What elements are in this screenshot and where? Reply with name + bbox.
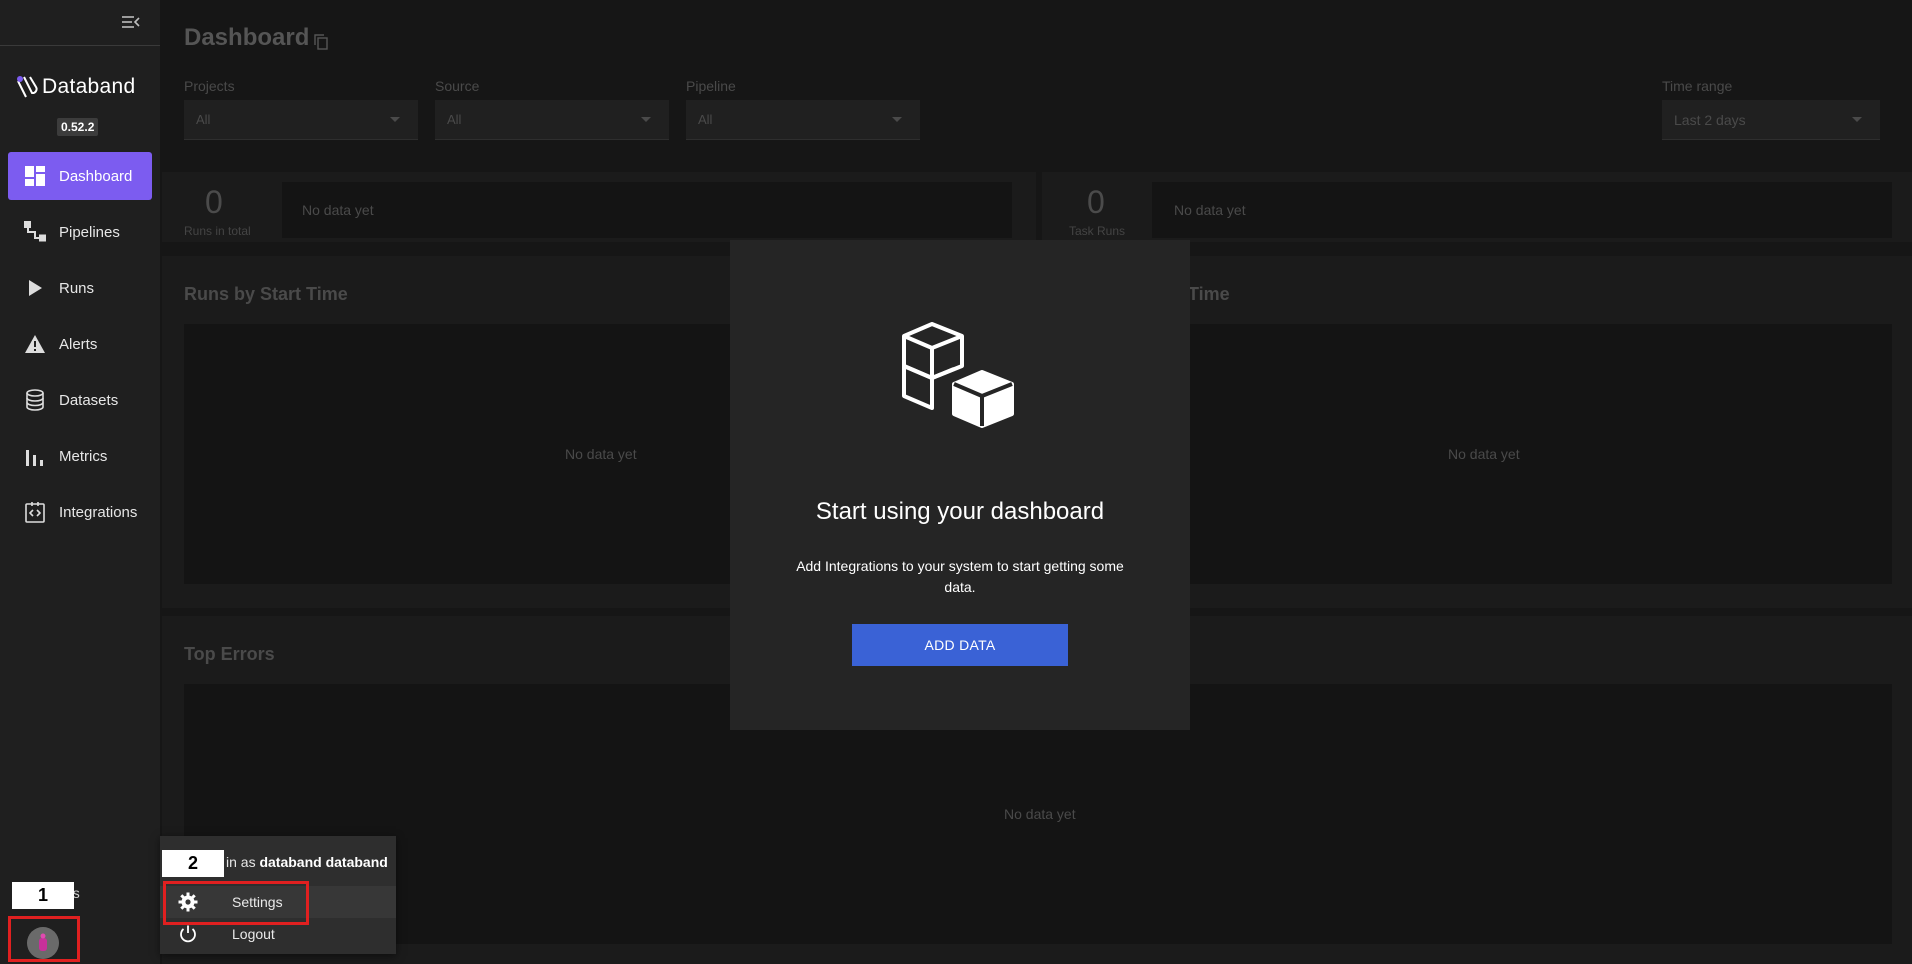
annotation-label-1: 1 [12,882,74,909]
task-runs-chart: No data yet [1152,182,1892,238]
section-title: Runs by Start Time [184,284,348,304]
sidebar-divider [0,45,160,46]
sidebar-item-label: Runs [59,279,95,297]
cubes-icon [900,322,1020,447]
logged-in-text: in as databand databand [226,854,388,870]
sidebar-item-alerts[interactable]: Alerts [8,320,152,368]
chevron-down-icon [892,117,902,122]
play-icon [23,276,47,300]
sidebar-item-datasets[interactable]: Datasets [8,376,152,424]
sidebar-item-dashboard[interactable]: Dashboard [8,152,152,200]
sidebar-item-label: Integrations [59,503,138,521]
avatar-highlight [8,916,80,962]
warning-icon [23,332,47,356]
section-title: Time [1188,284,1230,304]
filter-label-pipeline: Pipeline [686,78,736,94]
settings-highlight [163,881,309,925]
collapse-sidebar-icon[interactable] [120,12,142,32]
filter-label-source: Source [435,78,480,94]
pipeline-select[interactable]: All [686,100,920,140]
database-icon [23,388,47,412]
chevron-down-icon [1852,117,1862,122]
version-badge: 0.52.2 [57,118,99,136]
select-value: All [447,112,462,127]
power-icon [178,924,198,949]
source-select[interactable]: All [435,100,669,140]
filter-label-time-range: Time range [1662,78,1733,94]
dashboard-icon [23,164,47,188]
runs-chart: No data yet [282,182,1012,238]
task-runs-count-label: Task Runs [1069,224,1126,238]
time-range-select[interactable]: Last 2 days [1662,100,1880,140]
sidebar-item-runs[interactable]: Runs [8,264,152,312]
integrations-icon [23,500,47,524]
logout-label: Logout [232,926,275,942]
sidebar-item-integrations[interactable]: Integrations [8,488,152,536]
copy-icon[interactable] [314,34,328,55]
sidebar-item-label: Metrics [59,447,108,465]
nodata-text: No data yet [565,446,637,462]
empty-state-dialog: Start using your dashboard Add Integrati… [730,240,1190,730]
username: databand databand [259,854,388,870]
sidebar-item-pipelines[interactable]: Pipelines [8,208,152,256]
nodata-text: No data yet [1448,446,1520,462]
dialog-title: Start using your dashboard [815,498,1105,525]
add-data-button[interactable]: ADD DATA [852,624,1068,666]
task-runs-stat-panel: 0 Task Runs No data yet [1042,172,1912,242]
chevron-down-icon [641,117,651,122]
section-title: Top Errors [184,644,275,664]
select-value: All [698,112,713,127]
nodata-text: No data yet [1174,202,1246,218]
runs-stat-panel: 0 Runs in total No data yet [162,172,1036,242]
sidebar-item-metrics[interactable]: Metrics [8,432,152,480]
runs-count: 0 [205,184,223,220]
sidebar-item-label: Dashboard [59,167,133,185]
dialog-description: Add Integrations to your system to start… [796,558,1124,595]
sidebar-item-label: Pipelines [59,223,120,241]
filter-label-projects: Projects [184,78,235,94]
pipelines-icon [23,220,47,244]
logo-text: Databand [42,75,136,98]
runs-count-label: Runs in total [184,224,251,238]
sidebar: Databand 0.52.2 Dashboard Pipelines Runs… [0,0,160,964]
bar-chart-icon [23,444,47,468]
select-value: Last 2 days [1674,112,1746,128]
nodata-text: No data yet [302,202,374,218]
databand-logo[interactable]: Databand [14,72,135,102]
annotation-label-2: 2 [162,850,224,877]
logged-in-prefix: in as [226,854,256,870]
sidebar-item-label: Alerts [59,335,98,353]
page-title: Dashboard [184,24,310,51]
select-value: All [196,112,211,127]
task-runs-count: 0 [1087,184,1105,220]
nodata-text: No data yet [1004,806,1076,822]
chevron-down-icon [390,117,400,122]
databand-logo-icon [17,76,38,98]
sidebar-item-label: Datasets [59,391,119,409]
projects-select[interactable]: All [184,100,418,140]
